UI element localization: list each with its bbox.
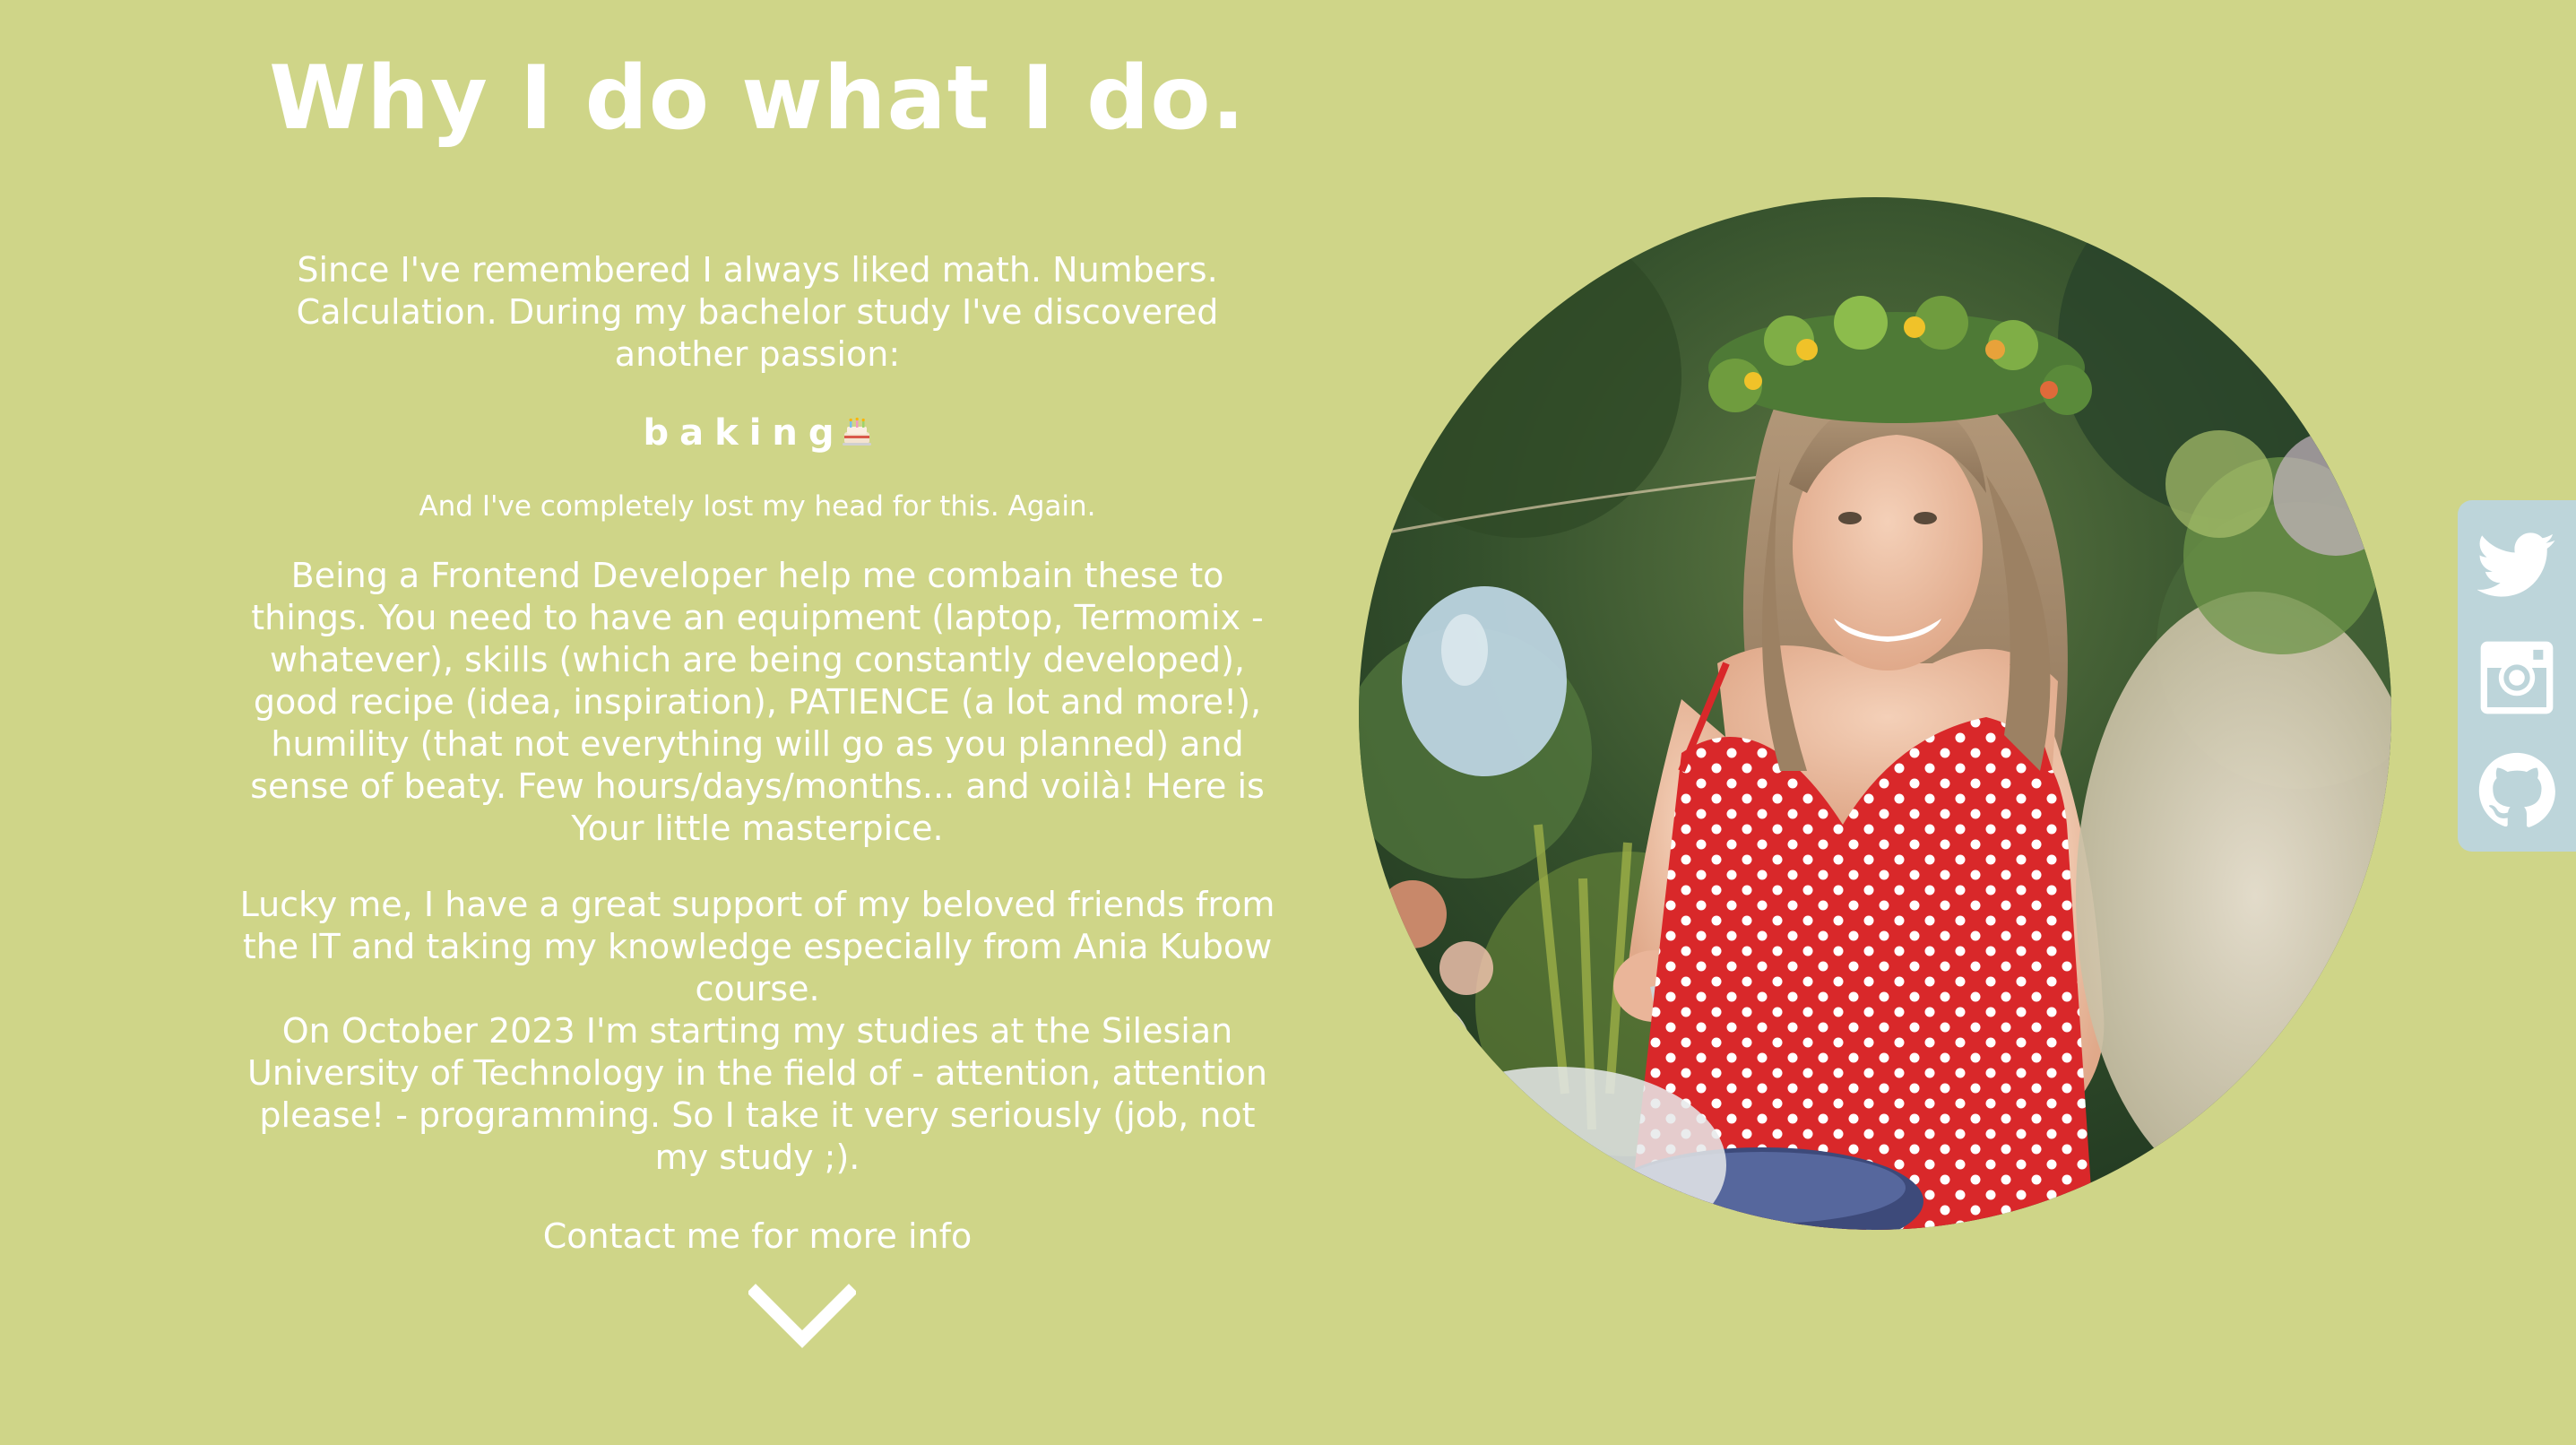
instagram-link[interactable] [2477,638,2556,717]
github-link[interactable] [2477,751,2556,830]
intro-paragraph: Since I've remembered I always liked mat… [296,250,1219,374]
support-block: Lucky me, I have a great support of my b… [233,884,1282,1179]
contact-link[interactable]: Contact me for more info [543,1215,972,1258]
birthday-cake-icon [842,417,871,446]
about-section: Why I do what I do. Since I've remembere… [0,0,2576,1445]
social-links-bar [2458,500,2576,852]
twitter-link[interactable] [2477,525,2556,604]
passion-word: baking [643,412,845,454]
twitter-icon [2477,532,2555,597]
instagram-icon [2480,641,2554,714]
developer-paragraph: Being a Frontend Developer help me comba… [250,556,1265,848]
chevron-down-icon[interactable] [748,1284,856,1350]
about-text-column: Why I do what I do. Since I've remembere… [233,36,1282,1258]
page-title: Why I do what I do. [269,48,1246,150]
studies-paragraph: On October 2023 I'm starting my studies … [247,1011,1267,1177]
portrait-photo [1359,197,2391,1230]
support-paragraph: Lucky me, I have a great support of my b… [239,885,1275,1008]
passion-line: baking [233,408,1282,458]
aside-note: And I've completely lost my head for thi… [419,490,1096,523]
github-icon [2478,752,2555,827]
